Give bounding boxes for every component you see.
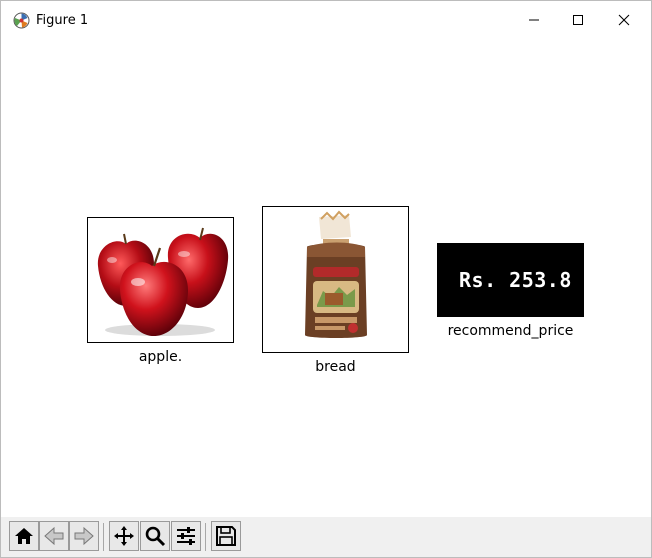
zoom-button[interactable] [140,521,170,551]
figure-window: Figure 1 apple. bread Rs. 253.8 recommen… [0,0,652,558]
sliders-icon [177,527,195,545]
price-text: Rs. 253.8 [459,268,572,292]
maximize-icon [573,15,583,25]
home-button[interactable] [9,521,39,551]
move-arrows-icon [114,526,134,546]
price-caption: recommend_price [447,323,574,339]
forward-button[interactable] [69,521,99,551]
window-title: Figure 1 [36,13,89,28]
bread-loaf-photo [305,210,367,338]
back-arrow-icon [44,526,64,546]
pan-button[interactable] [109,521,139,551]
bread-image-panel [262,206,409,353]
apple-image-panel [87,217,234,343]
close-button[interactable] [601,1,647,39]
toolbar-separator [205,523,206,551]
apple-photo [97,227,229,336]
configure-subplots-button[interactable] [171,521,201,551]
maximize-button[interactable] [555,1,601,39]
figure-canvas[interactable]: apple. bread Rs. 253.8 recommend_price [1,39,651,517]
save-button[interactable] [211,521,241,551]
navigation-toolbar [1,517,651,557]
close-icon [618,14,630,26]
back-button[interactable] [39,521,69,551]
apple-caption: apple. [138,349,183,365]
price-display-panel: Rs. 253.8 [437,243,584,317]
minimize-icon [529,19,539,21]
forward-arrow-icon [74,526,94,546]
floppy-disk-icon [216,526,236,546]
minimize-button[interactable] [511,1,557,39]
bread-caption: bread [315,359,356,375]
toolbar-separator [103,523,104,551]
magnifier-icon [145,526,166,547]
title-bar[interactable]: Figure 1 [1,1,651,39]
matplotlib-logo-icon [13,12,30,29]
home-icon [15,528,33,544]
